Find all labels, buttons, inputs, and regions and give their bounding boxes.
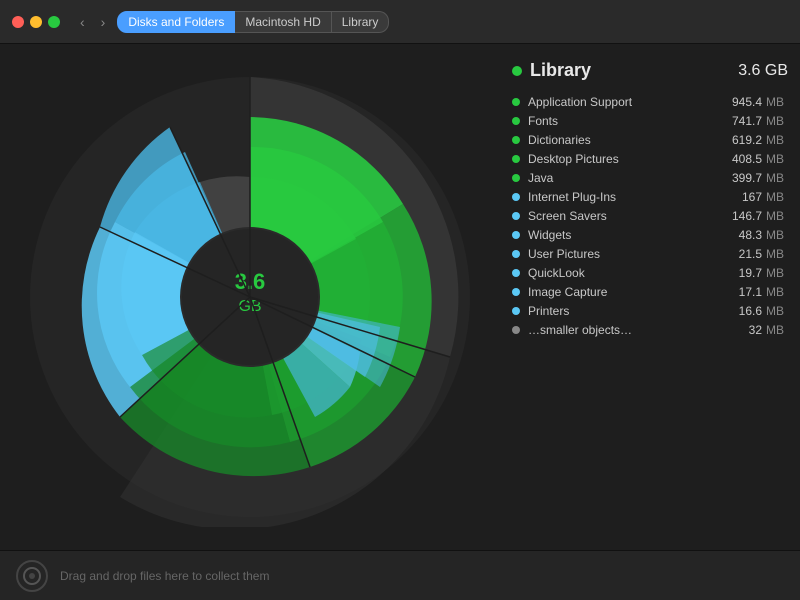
list-dot (512, 288, 520, 296)
list-dot (512, 117, 520, 125)
list-item-name: User Pictures (528, 247, 717, 261)
list-dot (512, 231, 520, 239)
list-item-name: Java (528, 171, 717, 185)
list-total-size: 3.6 GB (738, 62, 788, 80)
list-dot (512, 307, 520, 315)
list-title: Library (530, 60, 738, 81)
drop-icon (16, 560, 48, 592)
list-header: Library 3.6 GB (512, 60, 788, 81)
forward-button[interactable]: › (97, 12, 110, 32)
list-dot (512, 98, 520, 106)
items-list: Application Support945.4MBFonts741.7MBDi… (512, 95, 788, 337)
list-dot (512, 193, 520, 201)
list-item-name: Fonts (528, 114, 717, 128)
list-item[interactable]: Fonts741.7 MB (512, 114, 788, 128)
sunburst-chart[interactable]: 3.6 GB (20, 67, 480, 527)
list-item[interactable]: Image Capture17.1 MB (512, 285, 788, 299)
list-item-name: QuickLook (528, 266, 717, 280)
list-item-unit: MB (766, 247, 788, 261)
list-dot (512, 326, 520, 334)
titlebar: ‹ › Disks and Folders Macintosh HD Libra… (0, 0, 800, 44)
list-item-name: Application Support (528, 95, 717, 109)
list-item-size: 48.3 (717, 228, 762, 242)
main-content: 3.6 GB Library 3.6 GB Application Suppor… (0, 44, 800, 550)
breadcrumb-macintosh-hd[interactable]: Macintosh HD (235, 11, 331, 33)
list-dot (512, 212, 520, 220)
list-item-size: 16.6 (717, 304, 762, 318)
list-item-size: 408.5 (717, 152, 762, 166)
list-item-size: 741.7 (717, 114, 762, 128)
back-button[interactable]: ‹ (76, 12, 89, 32)
chart-area: 3.6 GB (0, 44, 500, 550)
list-dot (512, 174, 520, 182)
list-item-size: 167 (717, 190, 762, 204)
bottombar: Drag and drop files here to collect them (0, 550, 800, 600)
list-item[interactable]: Application Support945.4 MB (512, 95, 788, 109)
list-item-size: 945.4 (717, 95, 762, 109)
list-item-unit: MB (766, 228, 788, 242)
list-item-size: 21.5 (717, 247, 762, 261)
list-item-name: Widgets (528, 228, 717, 242)
list-item-size: 619.2 (717, 133, 762, 147)
list-item[interactable]: Screen Savers146.7 MB (512, 209, 788, 223)
list-item[interactable]: Java399.7 MB (512, 171, 788, 185)
list-item-size: 17.1 (717, 285, 762, 299)
list-item-name: Image Capture (528, 285, 717, 299)
list-item-unit: MB (766, 323, 788, 337)
list-item-unit: MB (766, 304, 788, 318)
list-item-size: 399.7 (717, 171, 762, 185)
list-dot (512, 250, 520, 258)
list-item[interactable]: QuickLook19.7 MB (512, 266, 788, 280)
list-item[interactable]: Desktop Pictures408.5 MB (512, 152, 788, 166)
drop-hint: Drag and drop files here to collect them (60, 569, 269, 583)
close-button[interactable] (12, 16, 24, 28)
list-item-unit: MB (766, 209, 788, 223)
list-item-name: Desktop Pictures (528, 152, 717, 166)
list-item-name: Internet Plug-Ins (528, 190, 717, 204)
list-item[interactable]: Printers16.6 MB (512, 304, 788, 318)
minimize-button[interactable] (30, 16, 42, 28)
header-dot (512, 66, 522, 76)
list-item-unit: MB (766, 95, 788, 109)
breadcrumb-library[interactable]: Library (332, 11, 390, 33)
list-item-name: Screen Savers (528, 209, 717, 223)
list-item-name: …smaller objects… (528, 323, 717, 337)
breadcrumb: Disks and Folders Macintosh HD Library (117, 11, 389, 33)
list-item-unit: MB (766, 114, 788, 128)
list-item-unit: MB (766, 152, 788, 166)
list-item-unit: MB (766, 190, 788, 204)
list-item-size: 19.7 (717, 266, 762, 280)
list-item-unit: MB (766, 171, 788, 185)
list-item-size: 146.7 (717, 209, 762, 223)
list-dot (512, 136, 520, 144)
maximize-button[interactable] (48, 16, 60, 28)
list-item-name: Printers (528, 304, 717, 318)
traffic-lights (12, 16, 60, 28)
list-item-size: 32 (717, 323, 762, 337)
list-item[interactable]: Widgets48.3 MB (512, 228, 788, 242)
list-item-unit: MB (766, 285, 788, 299)
list-dot (512, 269, 520, 277)
list-dot (512, 155, 520, 163)
list-item[interactable]: User Pictures21.5 MB (512, 247, 788, 261)
breadcrumb-disks[interactable]: Disks and Folders (117, 11, 235, 33)
list-item[interactable]: Dictionaries619.2 MB (512, 133, 788, 147)
list-item[interactable]: …smaller objects…32 MB (512, 323, 788, 337)
list-item-name: Dictionaries (528, 133, 717, 147)
list-panel: Library 3.6 GB Application Support945.4 M… (500, 44, 800, 550)
list-item-unit: MB (766, 266, 788, 280)
list-item[interactable]: Internet Plug-Ins167 MB (512, 190, 788, 204)
list-item-unit: MB (766, 133, 788, 147)
